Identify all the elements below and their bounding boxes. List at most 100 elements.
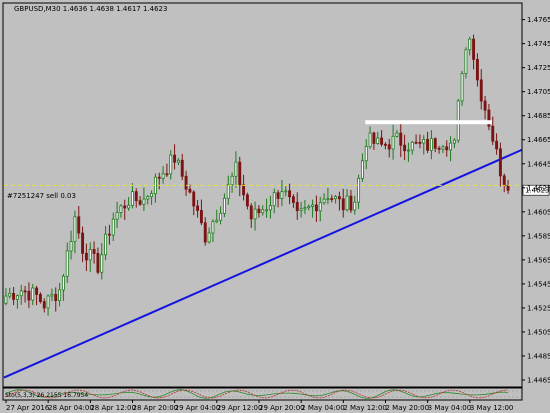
candle-body	[272, 192, 276, 207]
candle-body	[161, 173, 165, 179]
candle-body	[468, 38, 472, 51]
candle-body	[502, 175, 506, 187]
candle-body	[364, 146, 368, 162]
candle-body	[472, 38, 476, 60]
candle-body	[414, 141, 418, 144]
y-tick-label: 1.4605	[527, 208, 550, 216]
candle-body	[307, 206, 311, 209]
candle-body	[506, 185, 510, 191]
candle-body	[38, 294, 42, 303]
candle-body	[253, 208, 257, 220]
candle-body	[219, 213, 223, 221]
candle-body	[192, 191, 196, 207]
candle-body	[337, 196, 341, 200]
candle-body	[418, 142, 422, 144]
candle-body	[387, 144, 391, 150]
y-tick-label: 1.4725	[527, 64, 550, 72]
y-tick-label: 1.4665	[527, 136, 550, 144]
candle-body	[203, 222, 207, 243]
candle-body	[357, 177, 361, 203]
candle-body	[238, 161, 242, 186]
y-tick-label: 1.4565	[527, 256, 550, 264]
candle-body	[391, 135, 395, 150]
candle-body	[96, 253, 100, 273]
candle-body	[92, 249, 96, 254]
candle-body	[42, 301, 46, 309]
candle-body	[146, 196, 150, 200]
candle-body	[81, 232, 85, 254]
candle-body	[15, 295, 19, 300]
candle-body	[65, 250, 69, 277]
candle-body	[334, 196, 338, 199]
candle-body	[479, 79, 483, 102]
candle-body	[368, 132, 372, 148]
candle-body	[180, 159, 184, 177]
candle-body	[303, 207, 307, 210]
x-tick-label: 2 May 20:00	[386, 404, 430, 412]
candle-body	[403, 144, 407, 152]
candle-body	[88, 249, 92, 261]
candle-body	[173, 154, 177, 163]
candle-body	[288, 190, 292, 198]
candle-body	[184, 175, 188, 190]
candle-body	[483, 100, 487, 111]
y-tick-label: 1.4645	[527, 160, 550, 168]
candle-body	[261, 209, 265, 214]
x-tick-label: 2 May 12:00	[343, 404, 387, 412]
candle-body	[449, 142, 453, 151]
candle[interactable]	[464, 47, 468, 79]
candle-body	[326, 198, 330, 200]
candle-body	[73, 216, 77, 242]
candle-body	[276, 192, 280, 199]
candle-body	[77, 216, 81, 234]
candle-body	[257, 208, 261, 214]
candle-body	[445, 146, 449, 151]
candle-body	[157, 176, 161, 179]
x-tick-label: 2 May 04:00	[301, 404, 345, 412]
y-tick-label: 1.4765	[527, 16, 550, 24]
candle-body	[58, 289, 62, 302]
candle-body	[176, 159, 180, 163]
candle-body	[123, 205, 127, 209]
candle-body	[199, 210, 203, 224]
candle-body	[127, 204, 131, 209]
candle-body	[54, 294, 58, 302]
candle-body	[353, 201, 357, 211]
candle-body	[35, 287, 39, 295]
candle-body	[268, 205, 272, 211]
candle-body	[12, 292, 16, 300]
chart-background	[0, 0, 550, 413]
candle-body	[245, 194, 249, 207]
candle-body	[318, 202, 322, 212]
y-tick-label: 1.4525	[527, 304, 550, 312]
candle-body	[429, 138, 433, 151]
candle-body	[291, 196, 295, 203]
candle-body	[280, 191, 284, 199]
candle-body	[23, 290, 27, 293]
candle-body	[115, 212, 119, 220]
candle-body	[19, 290, 23, 297]
y-tick-label: 1.4545	[527, 280, 550, 288]
chart-canvas[interactable]: 1.4623 1.47651.47451.47251.47051.46851.4…	[0, 0, 550, 413]
x-tick-label: 27 Apr 2016	[6, 404, 50, 412]
candle-body	[299, 208, 303, 212]
candle-body	[395, 132, 399, 137]
candle-body	[341, 198, 345, 211]
candle-body	[215, 219, 219, 223]
candle-body	[111, 218, 115, 236]
candle-body	[165, 173, 169, 176]
candle-body	[422, 139, 426, 144]
candle-body	[380, 137, 384, 145]
candle-body	[498, 148, 502, 177]
candle[interactable]	[460, 70, 464, 106]
candle-body	[222, 197, 226, 214]
candle-body	[27, 290, 31, 301]
candle-body	[322, 198, 326, 204]
x-tick-label: 29 Apr 04:00	[175, 404, 221, 412]
x-tick-label: 3 May 04:00	[428, 404, 472, 412]
candle-body	[345, 195, 349, 211]
candle-body	[150, 193, 154, 198]
candle-body	[360, 160, 364, 179]
y-tick-label: 1.4465	[527, 376, 550, 384]
candle-body	[188, 188, 192, 193]
